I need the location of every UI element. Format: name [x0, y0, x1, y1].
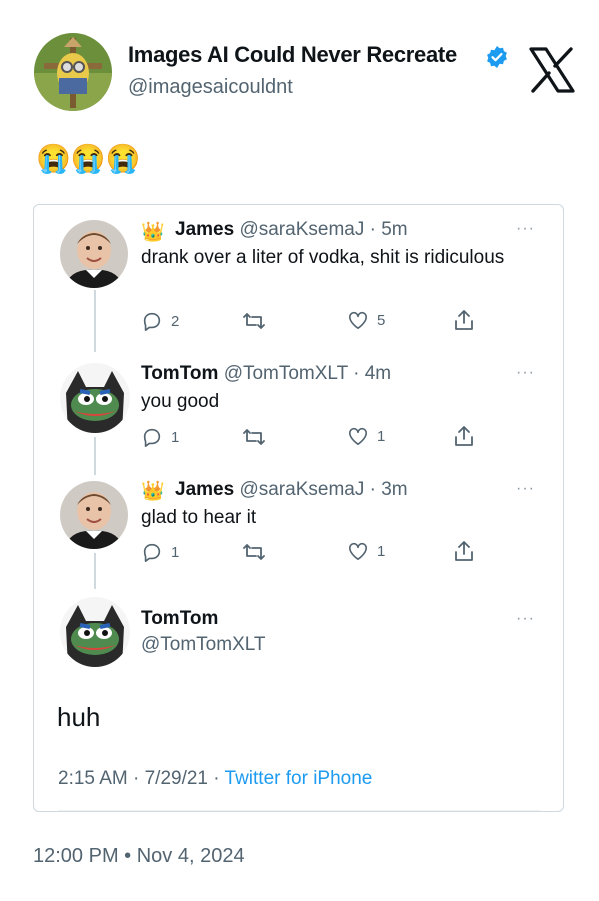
tweet-author-name[interactable]: James: [175, 219, 234, 240]
crown-icon: 👑: [141, 481, 165, 502]
reply-icon: [143, 543, 161, 562]
pepe-batman-image: [60, 597, 130, 667]
x-logo-icon: [527, 45, 577, 95]
share-icon: [455, 426, 473, 446]
reply-count: 2: [171, 312, 180, 330]
heart-icon: [349, 542, 367, 560]
tweet-text: glad to hear it: [141, 507, 257, 528]
tomtom-avatar[interactable]: [60, 597, 130, 667]
more-options-button[interactable]: ···: [516, 220, 535, 238]
thread-connector: [94, 290, 96, 352]
tweet-source-link[interactable]: Twitter for iPhone: [225, 768, 373, 789]
account-avatar[interactable]: [34, 33, 112, 111]
reply-button[interactable]: 1: [141, 541, 179, 563]
minion-scarecrow-avatar-image: [34, 33, 112, 111]
tweet-handle-time[interactable]: @saraKsemaJ · 5m: [239, 219, 407, 240]
main-tweet-meta: 2:15 AM · 7/29/21 · Twitter for iPhone: [58, 768, 372, 790]
like-button[interactable]: 5: [347, 310, 385, 330]
like-count: 5: [377, 311, 386, 329]
share-button[interactable]: [453, 424, 475, 448]
account-handle[interactable]: @imagesaicouldnt: [128, 76, 293, 99]
like-button[interactable]: 1: [347, 541, 385, 561]
main-tweet-time[interactable]: 2:15 AM · 7/29/21 ·: [58, 768, 225, 789]
tweet-handle-time[interactable]: @TomTomXLT · 4m: [224, 363, 391, 384]
pepe-batman-image: [60, 363, 130, 433]
tweet-author-name[interactable]: James: [175, 479, 234, 500]
james-avatar[interactable]: [60, 481, 128, 549]
heart-icon: [349, 311, 367, 329]
crown-icon: 👑: [141, 222, 165, 243]
like-count: 1: [377, 427, 386, 445]
divider: [58, 810, 541, 811]
like-button[interactable]: 1: [347, 426, 385, 446]
main-tweet-text: huh: [57, 702, 101, 732]
retweet-icon: [243, 429, 265, 445]
more-options-button[interactable]: ···: [516, 610, 535, 628]
baby-portrait-image: [60, 481, 128, 549]
heart-icon: [349, 427, 367, 445]
post-timestamp[interactable]: 12:00 PM • Nov 4, 2024: [33, 845, 245, 868]
retweet-icon: [243, 313, 265, 329]
tomtom-avatar[interactable]: [60, 363, 130, 433]
more-options-button[interactable]: ···: [516, 364, 535, 382]
main-tweet-handle[interactable]: @TomTomXLT: [141, 634, 266, 656]
share-icon: [455, 310, 473, 330]
share-button[interactable]: [453, 308, 475, 332]
tweet-text: you good: [141, 391, 220, 412]
account-display-name[interactable]: Images AI Could Never Recreate: [128, 42, 457, 68]
retweet-button[interactable]: [242, 426, 274, 448]
baby-portrait-image: [60, 220, 128, 288]
reply-count: 1: [171, 428, 180, 446]
thread-connector: [94, 553, 96, 589]
retweet-button[interactable]: [242, 541, 274, 563]
reply-icon: [143, 312, 161, 331]
reply-button[interactable]: 2: [141, 310, 179, 332]
tweet-handle-time[interactable]: @saraKsemaJ · 3m: [239, 479, 407, 500]
tweet-body-text: 😭😭😭: [36, 143, 141, 174]
verified-badge-icon: [485, 45, 509, 69]
tweet-text: drank over a liter of vodka, shit is rid…: [141, 247, 505, 268]
retweet-button[interactable]: [242, 310, 274, 332]
retweet-icon: [243, 544, 265, 560]
share-icon: [455, 541, 473, 561]
reply-count: 1: [171, 543, 180, 561]
reply-button[interactable]: 1: [141, 426, 179, 448]
like-count: 1: [377, 542, 386, 560]
main-tweet-author-name[interactable]: TomTom: [141, 608, 218, 630]
reply-icon: [143, 428, 161, 447]
more-options-button[interactable]: ···: [516, 480, 535, 498]
share-button[interactable]: [453, 539, 475, 563]
thread-connector: [94, 437, 96, 475]
tweet-author-name[interactable]: TomTom: [141, 363, 218, 384]
james-avatar[interactable]: [60, 220, 128, 288]
